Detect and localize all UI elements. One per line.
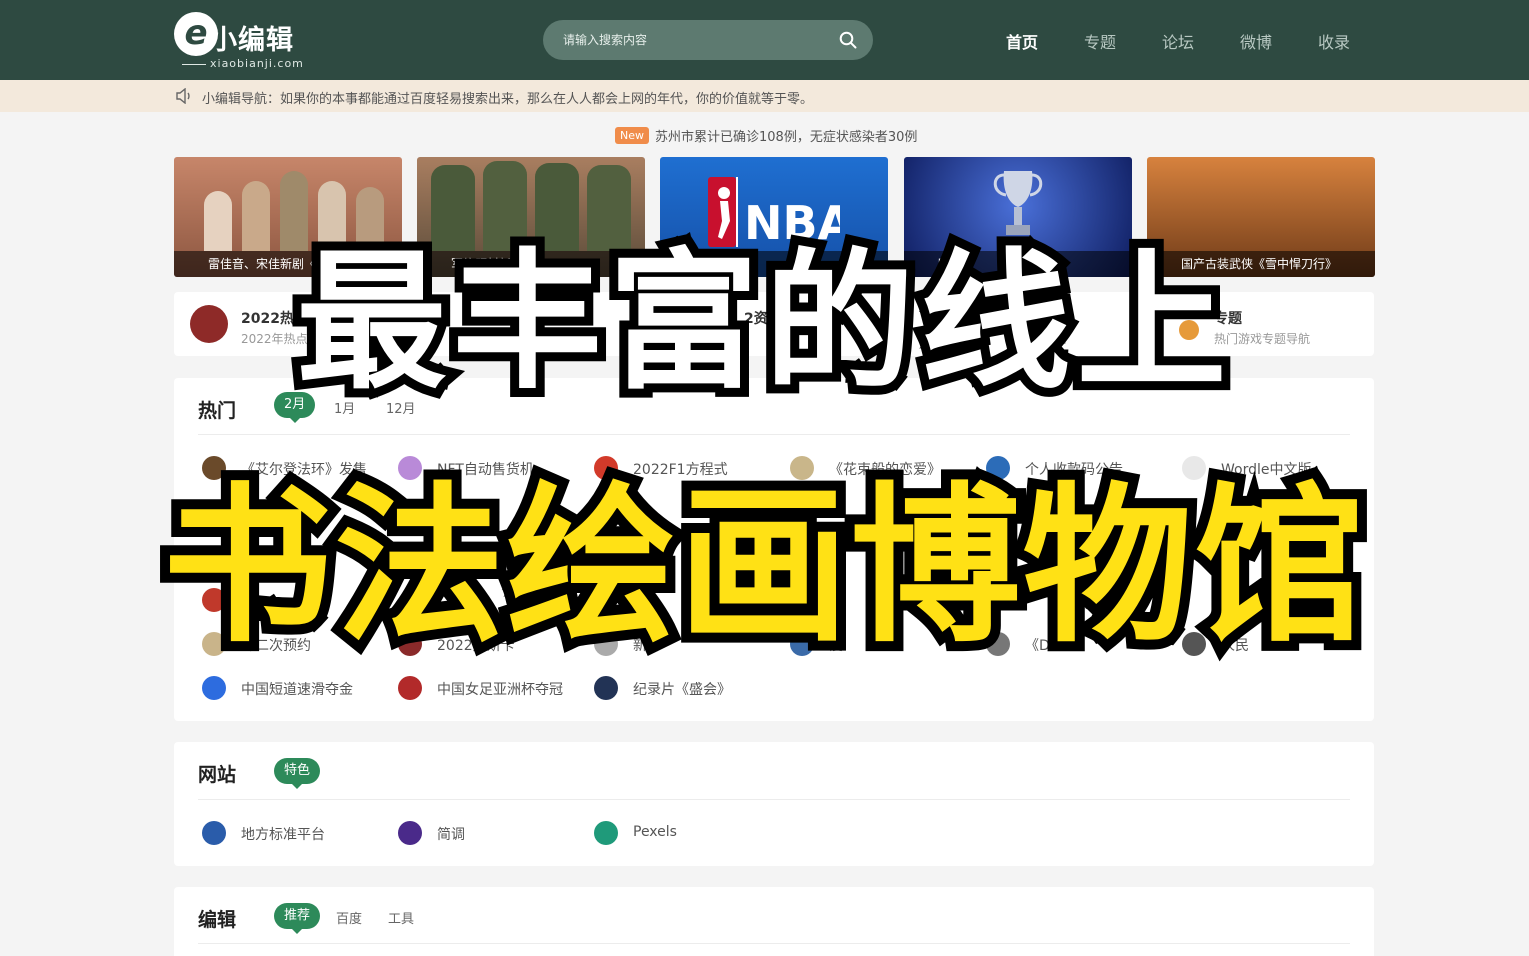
- panel-title: 网站: [198, 764, 237, 786]
- nav-forum[interactable]: 论坛: [1162, 29, 1194, 53]
- hot-item-label: 中国女足亚洲杯夺冠: [437, 682, 563, 698]
- hot-item-label: 纪录片《盛会》: [633, 682, 731, 698]
- news-ticker[interactable]: New 苏州市累计已确诊108例，无症状感染者30例: [615, 126, 918, 145]
- site-icon: [202, 821, 226, 845]
- divider: [198, 943, 1350, 944]
- logo-url: xiaobianji.com: [182, 57, 304, 70]
- overlay-title-line2: 书法绘画博物馆: [152, 460, 1374, 675]
- trophy-icon: [993, 171, 1043, 235]
- site-label: 简调: [437, 827, 465, 843]
- site-logo[interactable]: e 小编辑 xiaobianji.com: [174, 12, 314, 72]
- hot-item-icon: [202, 676, 226, 700]
- logo-text: 小编辑: [210, 25, 294, 56]
- notice-text: 小编辑导航：如果你的本事都能通过百度轻易搜索出来，那么在人人都会上网的年代，你的…: [202, 92, 814, 107]
- new-badge: New: [615, 127, 649, 144]
- divider: [198, 434, 1350, 435]
- tab-tools[interactable]: 工具: [388, 908, 414, 927]
- search-input[interactable]: [563, 30, 823, 50]
- editor-panel: 编辑 推荐 百度 工具: [174, 887, 1374, 956]
- top-navbar: e 小编辑 xiaobianji.com 首页 专题 论坛 微博 收录: [0, 0, 1529, 80]
- site-label: Pexels: [633, 824, 677, 840]
- nav-home[interactable]: 首页: [1006, 29, 1038, 53]
- site-icon: [398, 821, 422, 845]
- tab-recommend[interactable]: 推荐: [274, 903, 321, 934]
- nav-submit[interactable]: 收录: [1318, 29, 1350, 53]
- tab-featured[interactable]: 特色: [274, 758, 321, 789]
- hot-item-label: 中国短道速滑夺金: [241, 682, 353, 698]
- sites-panel: 网站 特色 地方标准平台 简调 Pexels: [174, 742, 1374, 866]
- hot-item-icon: [594, 676, 618, 700]
- divider: [198, 799, 1350, 800]
- nav-topics[interactable]: 专题: [1084, 29, 1116, 53]
- nav-weibo[interactable]: 微博: [1240, 29, 1272, 53]
- news-text: 苏州市累计已确诊108例，无症状感染者30例: [655, 130, 918, 145]
- overlay-title-line1: 最丰富的线上: [287, 227, 1235, 419]
- search-box: [543, 20, 873, 60]
- speaker-icon: [176, 88, 190, 104]
- site-label: 地方标准平台: [241, 827, 325, 843]
- site-icon: [594, 821, 618, 845]
- notice-bar: 小编辑导航：如果你的本事都能通过百度轻易搜索出来，那么在人人都会上网的年代，你的…: [0, 80, 1529, 112]
- tab-baidu[interactable]: 百度: [336, 908, 362, 927]
- hot-item-icon: [398, 676, 422, 700]
- search-icon[interactable]: [839, 31, 857, 49]
- panel-title: 编辑: [198, 909, 237, 931]
